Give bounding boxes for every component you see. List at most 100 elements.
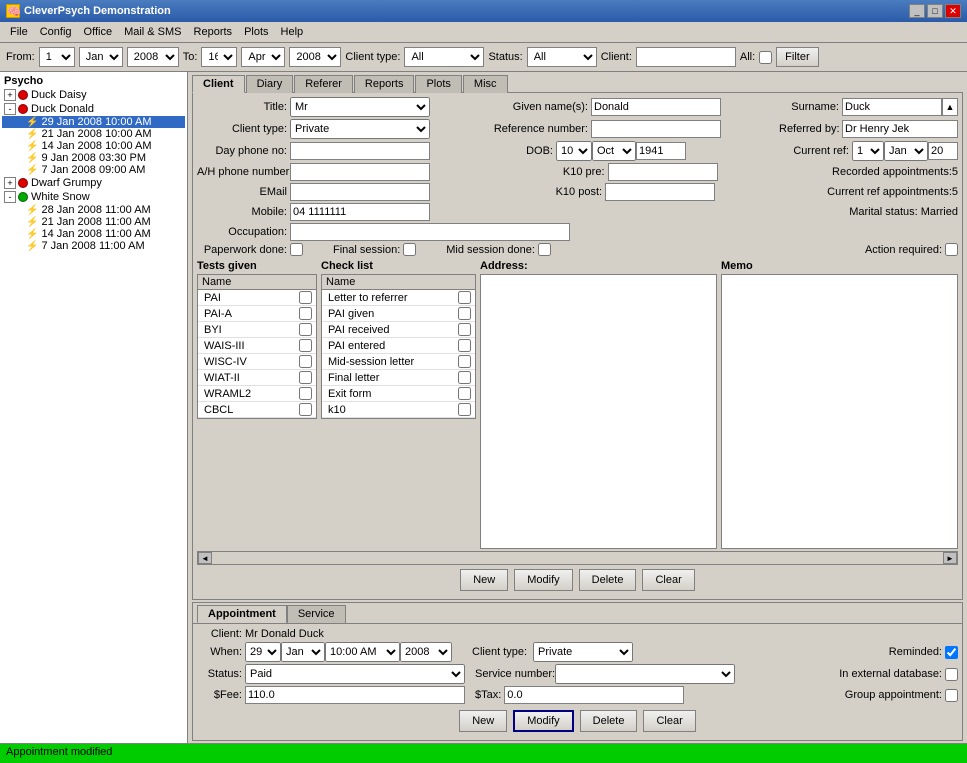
day-phone-input[interactable] [290, 142, 430, 160]
appt-donald-2[interactable]: ⚡ 21 Jan 2008 10:00 AM [2, 128, 185, 140]
k10-pre-input[interactable] [608, 163, 718, 181]
scroll-left-btn[interactable]: ◄ [198, 552, 212, 564]
action-required-checkbox[interactable] [945, 243, 958, 256]
test-checkbox-wais[interactable] [299, 339, 312, 352]
upper-new-button[interactable]: New [460, 569, 508, 591]
client-type-form-select[interactable]: Private [290, 119, 430, 139]
ref-number-input[interactable] [591, 120, 721, 138]
current-ref-month-select[interactable]: Jan [884, 141, 928, 161]
client-type-select[interactable]: All [404, 47, 484, 67]
menu-reports[interactable]: Reports [188, 24, 239, 40]
given-names-input[interactable] [591, 98, 721, 116]
close-button[interactable]: ✕ [945, 4, 961, 18]
appt-snow-3[interactable]: ⚡ 14 Jan 2008 11:00 AM [2, 228, 185, 240]
when-time-select[interactable]: 10:00 AM [325, 642, 400, 662]
tree-client-white-snow[interactable]: - White Snow [2, 190, 185, 204]
minimize-button[interactable]: _ [909, 4, 925, 18]
checklist-scroll[interactable]: Letter to referrer PAI given PAI receive… [322, 290, 475, 418]
test-checkbox-wisc[interactable] [299, 355, 312, 368]
appt-client-type-select[interactable]: Private [533, 642, 633, 662]
tax-input[interactable] [504, 686, 684, 704]
tree-root[interactable]: Psycho [2, 74, 185, 88]
tab-client[interactable]: Client [192, 75, 245, 93]
lower-delete-button[interactable]: Delete [580, 710, 638, 732]
scroll-right-btn[interactable]: ► [943, 552, 957, 564]
appt-donald-1[interactable]: ⚡ 29 Jan 2008 10:00 AM [2, 116, 185, 128]
tab-appointment[interactable]: Appointment [197, 605, 287, 623]
email-input[interactable] [290, 183, 430, 201]
all-checkbox[interactable] [759, 51, 772, 64]
check-letter-ref[interactable] [458, 291, 471, 304]
tree-client-dwarf-grumpy[interactable]: + Dwarf Grumpy [2, 176, 185, 190]
appt-status-select[interactable]: Paid [245, 664, 465, 684]
lower-modify-button[interactable]: Modify [513, 710, 573, 732]
from-year-select[interactable]: 2008 [127, 47, 179, 67]
check-mid-session[interactable] [458, 355, 471, 368]
appt-snow-1[interactable]: ⚡ 28 Jan 2008 11:00 AM [2, 204, 185, 216]
surname-scroll-up[interactable]: ▲ [942, 98, 958, 116]
menu-file[interactable]: File [4, 24, 34, 40]
lower-clear-button[interactable]: Clear [643, 710, 695, 732]
tab-diary[interactable]: Diary [246, 75, 294, 93]
tab-service[interactable]: Service [287, 605, 346, 623]
maximize-button[interactable]: □ [927, 4, 943, 18]
menu-mailsms[interactable]: Mail & SMS [118, 24, 187, 40]
title-select[interactable]: MrMrsMsDr [290, 97, 430, 117]
client-input[interactable] [636, 47, 736, 67]
mobile-input[interactable] [290, 203, 430, 221]
when-month-select[interactable]: Jan [281, 642, 325, 662]
menu-office[interactable]: Office [78, 24, 119, 40]
from-day-select[interactable]: 1 [39, 47, 75, 67]
when-year-select[interactable]: 2008 [400, 642, 452, 662]
tab-reports[interactable]: Reports [354, 75, 415, 93]
expand-duck-donald[interactable]: - [4, 103, 16, 115]
tab-plots[interactable]: Plots [415, 75, 461, 93]
check-pai-entered[interactable] [458, 339, 471, 352]
check-pai-received[interactable] [458, 323, 471, 336]
check-k10[interactable] [458, 403, 471, 416]
dob-day-select[interactable]: 10 [556, 141, 592, 161]
dob-year-input[interactable] [636, 142, 686, 160]
menu-help[interactable]: Help [275, 24, 310, 40]
group-appt-checkbox[interactable] [945, 689, 958, 702]
expand-duck-daisy[interactable]: + [4, 89, 16, 101]
k10-post-input[interactable] [605, 183, 715, 201]
dob-month-select[interactable]: Oct [592, 141, 636, 161]
when-day-select[interactable]: 29 [245, 642, 281, 662]
to-day-select[interactable]: 16 [201, 47, 237, 67]
service-number-select[interactable] [555, 664, 735, 684]
mid-session-checkbox[interactable] [538, 243, 551, 256]
check-exit-form[interactable] [458, 387, 471, 400]
test-checkbox-byi[interactable] [299, 323, 312, 336]
check-final-letter[interactable] [458, 371, 471, 384]
appt-donald-4[interactable]: ⚡ 9 Jan 2008 03:30 PM [2, 152, 185, 164]
test-checkbox-wiat[interactable] [299, 371, 312, 384]
appt-snow-4[interactable]: ⚡ 7 Jan 2008 11:00 AM [2, 240, 185, 252]
to-month-select[interactable]: Apr [241, 47, 285, 67]
lower-new-button[interactable]: New [459, 710, 507, 732]
menu-plots[interactable]: Plots [238, 24, 274, 40]
tab-referer[interactable]: Referer [294, 75, 353, 93]
current-ref-num-select[interactable]: 1 [852, 141, 884, 161]
surname-input[interactable] [842, 98, 942, 116]
test-checkbox-cbcl[interactable] [299, 403, 312, 416]
final-session-checkbox[interactable] [403, 243, 416, 256]
reminded-checkbox[interactable] [945, 646, 958, 659]
test-checkbox-wraml[interactable] [299, 387, 312, 400]
upper-modify-button[interactable]: Modify [514, 569, 572, 591]
filter-button[interactable]: Filter [776, 47, 818, 67]
paperwork-checkbox[interactable] [290, 243, 303, 256]
to-year-select[interactable]: 2008 [289, 47, 341, 67]
status-select[interactable]: All [527, 47, 597, 67]
h-scrollbar[interactable]: ◄ ► [197, 551, 958, 565]
expand-white-snow[interactable]: - [4, 191, 16, 203]
address-textarea[interactable] [480, 274, 717, 549]
tab-misc[interactable]: Misc [463, 75, 508, 93]
tests-list-scroll[interactable]: PAI PAI-A BYI WAIS-III WISC-IV WIAT-II W… [198, 290, 316, 418]
from-month-select[interactable]: Jan [79, 47, 123, 67]
in-external-db-checkbox[interactable] [945, 668, 958, 681]
tree-client-duck-daisy[interactable]: + Duck Daisy [2, 88, 185, 102]
tree-client-duck-donald[interactable]: - Duck Donald [2, 102, 185, 116]
appt-donald-5[interactable]: ⚡ 7 Jan 2008 09:00 AM [2, 164, 185, 176]
occupation-input[interactable] [290, 223, 570, 241]
